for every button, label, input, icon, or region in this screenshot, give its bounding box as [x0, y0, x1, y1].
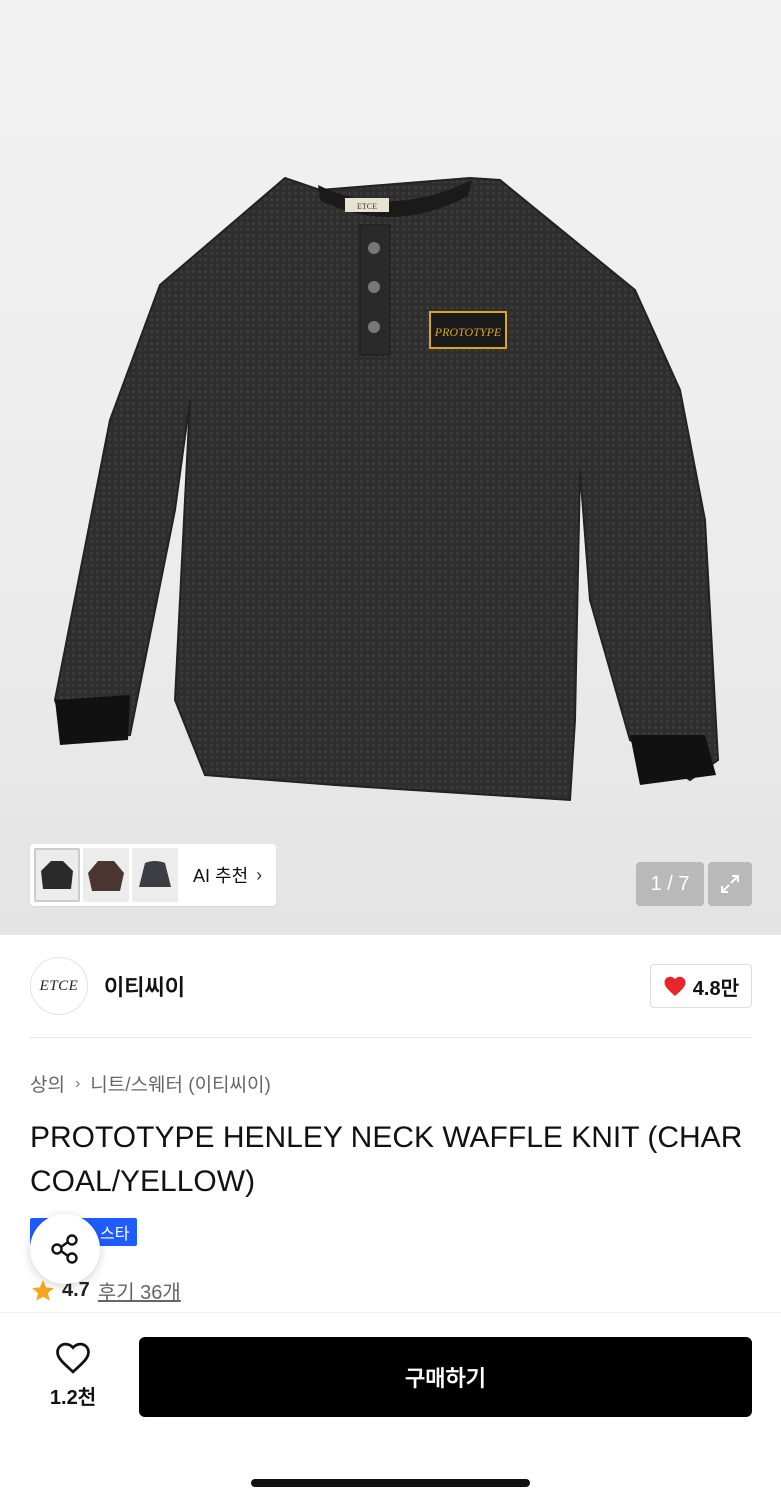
- reviews-link[interactable]: 후기 36개: [98, 1276, 181, 1305]
- collar-label-text: ETCE: [357, 202, 377, 211]
- wishlist-button[interactable]: 1.2천: [34, 1341, 112, 1410]
- share-icon: [51, 1234, 78, 1264]
- product-image-gallery[interactable]: PROTOTYPE ETCE AI 추천 › 1 / 7: [0, 0, 781, 935]
- wishlist-count: 1.2천: [49, 1387, 97, 1409]
- divider: [30, 1037, 752, 1038]
- thumbnail-strip: AI 추천 ›: [30, 844, 276, 906]
- expand-button[interactable]: [708, 862, 752, 906]
- image-counter: 1 / 7: [636, 862, 704, 906]
- patch-text: PROTOTYPE: [434, 325, 502, 339]
- breadcrumb: 상의 › 니트/스웨터 (이티씨이): [30, 1070, 271, 1097]
- buy-button[interactable]: 구매하기: [139, 1337, 752, 1417]
- expand-icon: [721, 875, 739, 893]
- ai-recommend-link[interactable]: AI 추천 ›: [193, 862, 262, 888]
- brand-like-count: 4.8만: [692, 977, 739, 1000]
- chevron-right-icon: ›: [74, 1074, 81, 1092]
- heart-outline-icon: [56, 1342, 90, 1374]
- product-title: PROTOTYPE HENLEY NECK WAFFLE KNIT (CHARC…: [30, 1121, 743, 1198]
- bottom-action-bar: 1.2천 구매하기: [0, 1312, 781, 1500]
- brand-logo[interactable]: ETCE: [30, 957, 88, 1015]
- chevron-right-icon: ›: [256, 864, 263, 885]
- heart-filled-icon: [664, 976, 686, 996]
- thumbnail-3[interactable]: [132, 848, 178, 902]
- brand-row: ETCE 이티씨이 4.8만: [30, 956, 752, 1016]
- home-indicator: [251, 1479, 530, 1487]
- product-photo[interactable]: PROTOTYPE ETCE: [0, 0, 781, 935]
- breadcrumb-category[interactable]: 상의: [30, 1070, 65, 1097]
- brand-like-button[interactable]: 4.8만: [649, 964, 752, 1008]
- thumbnail-2[interactable]: [83, 848, 129, 902]
- share-button[interactable]: [30, 1214, 100, 1284]
- ai-recommend-label: AI 추천: [193, 866, 249, 886]
- product-badge-label: 스타: [100, 1226, 130, 1243]
- brand-logo-text: ETCE: [39, 977, 79, 994]
- brand-name[interactable]: 이티씨이: [104, 970, 185, 1002]
- thumbnail-1[interactable]: [34, 848, 80, 902]
- breadcrumb-subcategory[interactable]: 니트/스웨터 (이티씨이): [90, 1070, 271, 1097]
